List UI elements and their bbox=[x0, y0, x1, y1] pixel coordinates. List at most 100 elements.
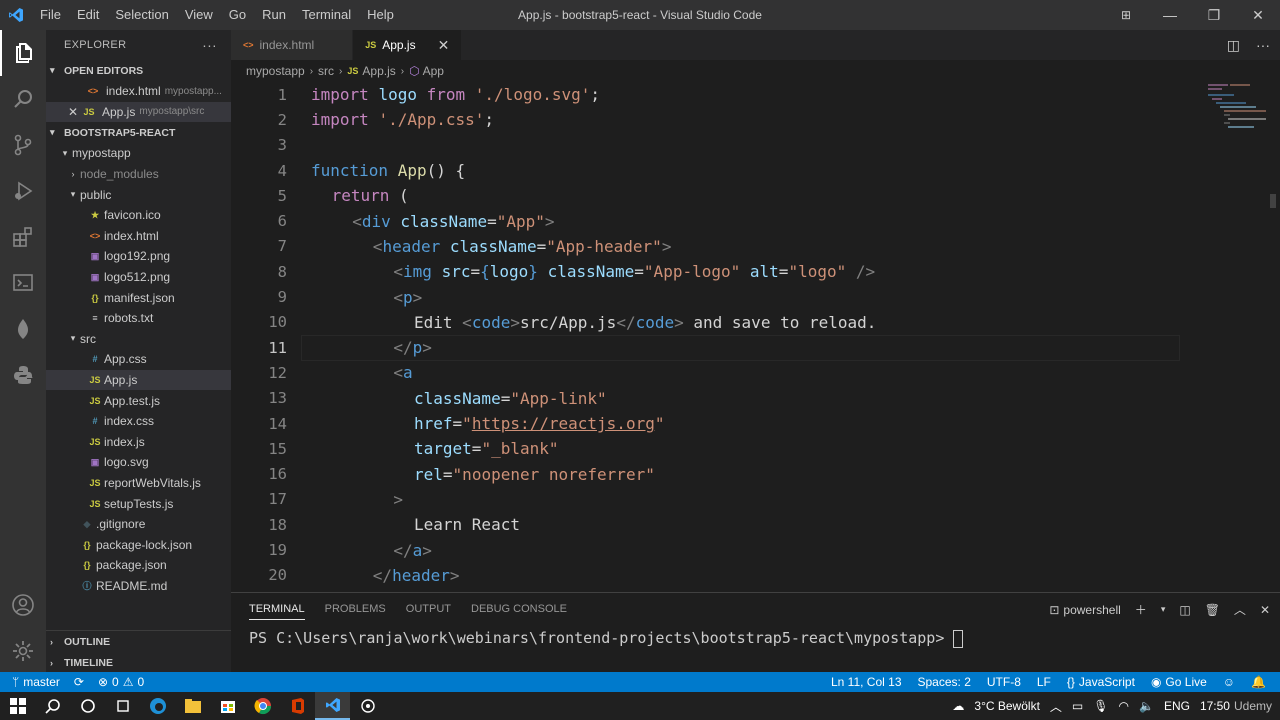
tree-file[interactable]: # App.css bbox=[46, 349, 231, 370]
breadcrumb-item[interactable]: mypostapp bbox=[246, 64, 305, 78]
vscode-taskbar-icon[interactable] bbox=[315, 692, 350, 720]
timeline-header[interactable]: › TIMELINE bbox=[46, 652, 231, 673]
volume-icon[interactable]: 🔈 bbox=[1139, 699, 1154, 713]
menu-file[interactable]: File bbox=[32, 0, 69, 30]
go-live-button[interactable]: ◉ Go Live bbox=[1151, 675, 1207, 689]
tab-app-js[interactable]: JS App.js ✕ bbox=[353, 30, 463, 60]
battery-icon[interactable]: ▭ bbox=[1072, 699, 1083, 713]
menu-run[interactable]: Run bbox=[254, 0, 294, 30]
feedback-icon[interactable]: ☺ bbox=[1223, 675, 1235, 689]
code-line[interactable]: 18 Learn React bbox=[231, 512, 1280, 537]
code-line[interactable]: 20 </header> bbox=[231, 563, 1280, 588]
maximize-button[interactable]: ❐ bbox=[1192, 0, 1236, 30]
close-tab-icon[interactable]: ✕ bbox=[438, 37, 450, 54]
remote-explorer-icon[interactable] bbox=[0, 260, 46, 306]
run-debug-icon[interactable] bbox=[0, 168, 46, 214]
wifi-icon[interactable]: ◠ bbox=[1119, 699, 1129, 713]
search-icon[interactable] bbox=[0, 76, 46, 122]
python-icon[interactable] bbox=[0, 352, 46, 398]
problems-indicator[interactable]: ⊗ 0 ⚠ 0 bbox=[98, 675, 144, 689]
code-line[interactable]: 7 <header className="App-header"> bbox=[231, 234, 1280, 259]
more-actions-icon[interactable]: ··· bbox=[202, 37, 217, 53]
store-icon[interactable] bbox=[210, 692, 245, 720]
mongodb-icon[interactable] bbox=[0, 306, 46, 352]
chrome-icon[interactable] bbox=[245, 692, 280, 720]
panel-tab-problems[interactable]: PROBLEMS bbox=[325, 603, 386, 615]
menu-edit[interactable]: Edit bbox=[69, 0, 107, 30]
clock[interactable]: 17:50 Udemy bbox=[1200, 699, 1272, 713]
branch-indicator[interactable]: ᛘ master bbox=[12, 675, 60, 689]
language-indicator[interactable]: ENG bbox=[1164, 699, 1190, 713]
layout-icon[interactable]: ⊞ bbox=[1104, 0, 1148, 30]
code-line[interactable]: 13 className="App-link" bbox=[231, 386, 1280, 411]
project-header[interactable]: ▾ BOOTSTRAP5-REACT bbox=[46, 122, 231, 143]
notifications-icon[interactable]: 🔔 bbox=[1251, 675, 1266, 689]
code-line[interactable]: 6 <div className="App"> bbox=[231, 209, 1280, 234]
indentation[interactable]: Spaces: 2 bbox=[918, 675, 971, 689]
code-line[interactable]: 11 </p> bbox=[231, 335, 1280, 360]
cortana-icon[interactable] bbox=[70, 692, 105, 720]
task-view-icon[interactable] bbox=[105, 692, 140, 720]
more-actions-icon[interactable]: ··· bbox=[1256, 37, 1270, 53]
breadcrumb-item[interactable]: App.js bbox=[362, 64, 395, 78]
code-line[interactable]: 16 rel="noopener noreferrer" bbox=[231, 462, 1280, 487]
office-icon[interactable] bbox=[280, 692, 315, 720]
minimize-button[interactable]: — bbox=[1148, 0, 1192, 30]
tree-file[interactable]: <> index.html bbox=[46, 226, 231, 247]
panel-tab-output[interactable]: OUTPUT bbox=[406, 603, 451, 615]
tree-folder[interactable]: ▾ mypostapp bbox=[46, 143, 231, 164]
new-terminal-icon[interactable]: ＋ bbox=[1135, 601, 1147, 618]
tree-file[interactable]: JS reportWebVitals.js bbox=[46, 473, 231, 494]
tree-file[interactable]: ◆ .gitignore bbox=[46, 514, 231, 535]
code-line[interactable]: 4 function App() { bbox=[231, 158, 1280, 183]
breadcrumb-item[interactable]: App bbox=[423, 64, 444, 78]
tree-folder[interactable]: ▾ public bbox=[46, 184, 231, 205]
tree-file[interactable]: ▣ logo512.png bbox=[46, 267, 231, 288]
close-window-button[interactable]: ✕ bbox=[1236, 0, 1280, 30]
manage-icon[interactable] bbox=[0, 628, 46, 674]
code-line[interactable]: 17 > bbox=[231, 487, 1280, 512]
code-line[interactable]: 9 <p> bbox=[231, 284, 1280, 309]
encoding[interactable]: UTF-8 bbox=[987, 675, 1021, 689]
tree-file[interactable]: # index.css bbox=[46, 411, 231, 432]
tab-index-html[interactable]: <> index.html bbox=[231, 30, 354, 60]
tree-file[interactable]: JS App.test.js bbox=[46, 390, 231, 411]
split-terminal-icon[interactable]: ◫ bbox=[1179, 603, 1190, 617]
tree-file[interactable]: ★ favicon.ico bbox=[46, 205, 231, 226]
panel-tab-debug-console[interactable]: DEBUG CONSOLE bbox=[471, 603, 567, 615]
code-line[interactable]: 15 target="_blank" bbox=[231, 436, 1280, 461]
menu-help[interactable]: Help bbox=[359, 0, 402, 30]
file-explorer-icon[interactable] bbox=[175, 692, 210, 720]
accounts-icon[interactable] bbox=[0, 582, 46, 628]
tree-file[interactable]: JS App.js bbox=[46, 369, 231, 391]
code-line[interactable]: 12 <a bbox=[231, 360, 1280, 385]
panel-tab-terminal[interactable]: TERMINAL bbox=[249, 603, 305, 620]
terminal-output[interactable]: PS C:\Users\ranja\work\webinars\frontend… bbox=[231, 629, 1280, 648]
code-line[interactable]: 2 import './App.css'; bbox=[231, 107, 1280, 132]
tree-folder[interactable]: › node_modules bbox=[46, 164, 231, 185]
tree-file[interactable]: ≡ robots.txt bbox=[46, 308, 231, 329]
menu-selection[interactable]: Selection bbox=[107, 0, 176, 30]
extensions-icon[interactable] bbox=[0, 214, 46, 260]
code-line[interactable]: 8 <img src={logo} className="App-logo" al… bbox=[231, 259, 1280, 284]
search-icon[interactable] bbox=[35, 692, 70, 720]
split-editor-icon[interactable]: ◫ bbox=[1227, 37, 1240, 54]
code-line[interactable]: 3 bbox=[231, 133, 1280, 158]
minimap[interactable] bbox=[1206, 82, 1270, 142]
terminal-selector[interactable]: ⊡ powershell bbox=[1049, 603, 1120, 617]
chevron-up-icon[interactable]: ︿ bbox=[1234, 601, 1246, 618]
outline-header[interactable]: › OUTLINE bbox=[46, 631, 231, 652]
menu-view[interactable]: View bbox=[177, 0, 221, 30]
windows-start-icon[interactable] bbox=[0, 692, 35, 720]
menu-go[interactable]: Go bbox=[221, 0, 254, 30]
edge-icon[interactable] bbox=[140, 692, 175, 720]
code-line[interactable]: 14 href="https://reactjs.org" bbox=[231, 411, 1280, 436]
tree-file[interactable]: JS setupTests.js bbox=[46, 493, 231, 514]
editor-scrollbar[interactable] bbox=[1266, 82, 1280, 592]
tree-file[interactable]: {} package.json bbox=[46, 555, 231, 576]
breadcrumb-item[interactable]: src bbox=[318, 64, 334, 78]
code-line[interactable]: 19 </a> bbox=[231, 537, 1280, 562]
tree-folder[interactable]: ▾ src bbox=[46, 329, 231, 350]
language-mode[interactable]: {} JavaScript bbox=[1067, 675, 1135, 689]
code-editor[interactable]: 1 import logo from './logo.svg'; 2 import '… bbox=[231, 82, 1280, 592]
